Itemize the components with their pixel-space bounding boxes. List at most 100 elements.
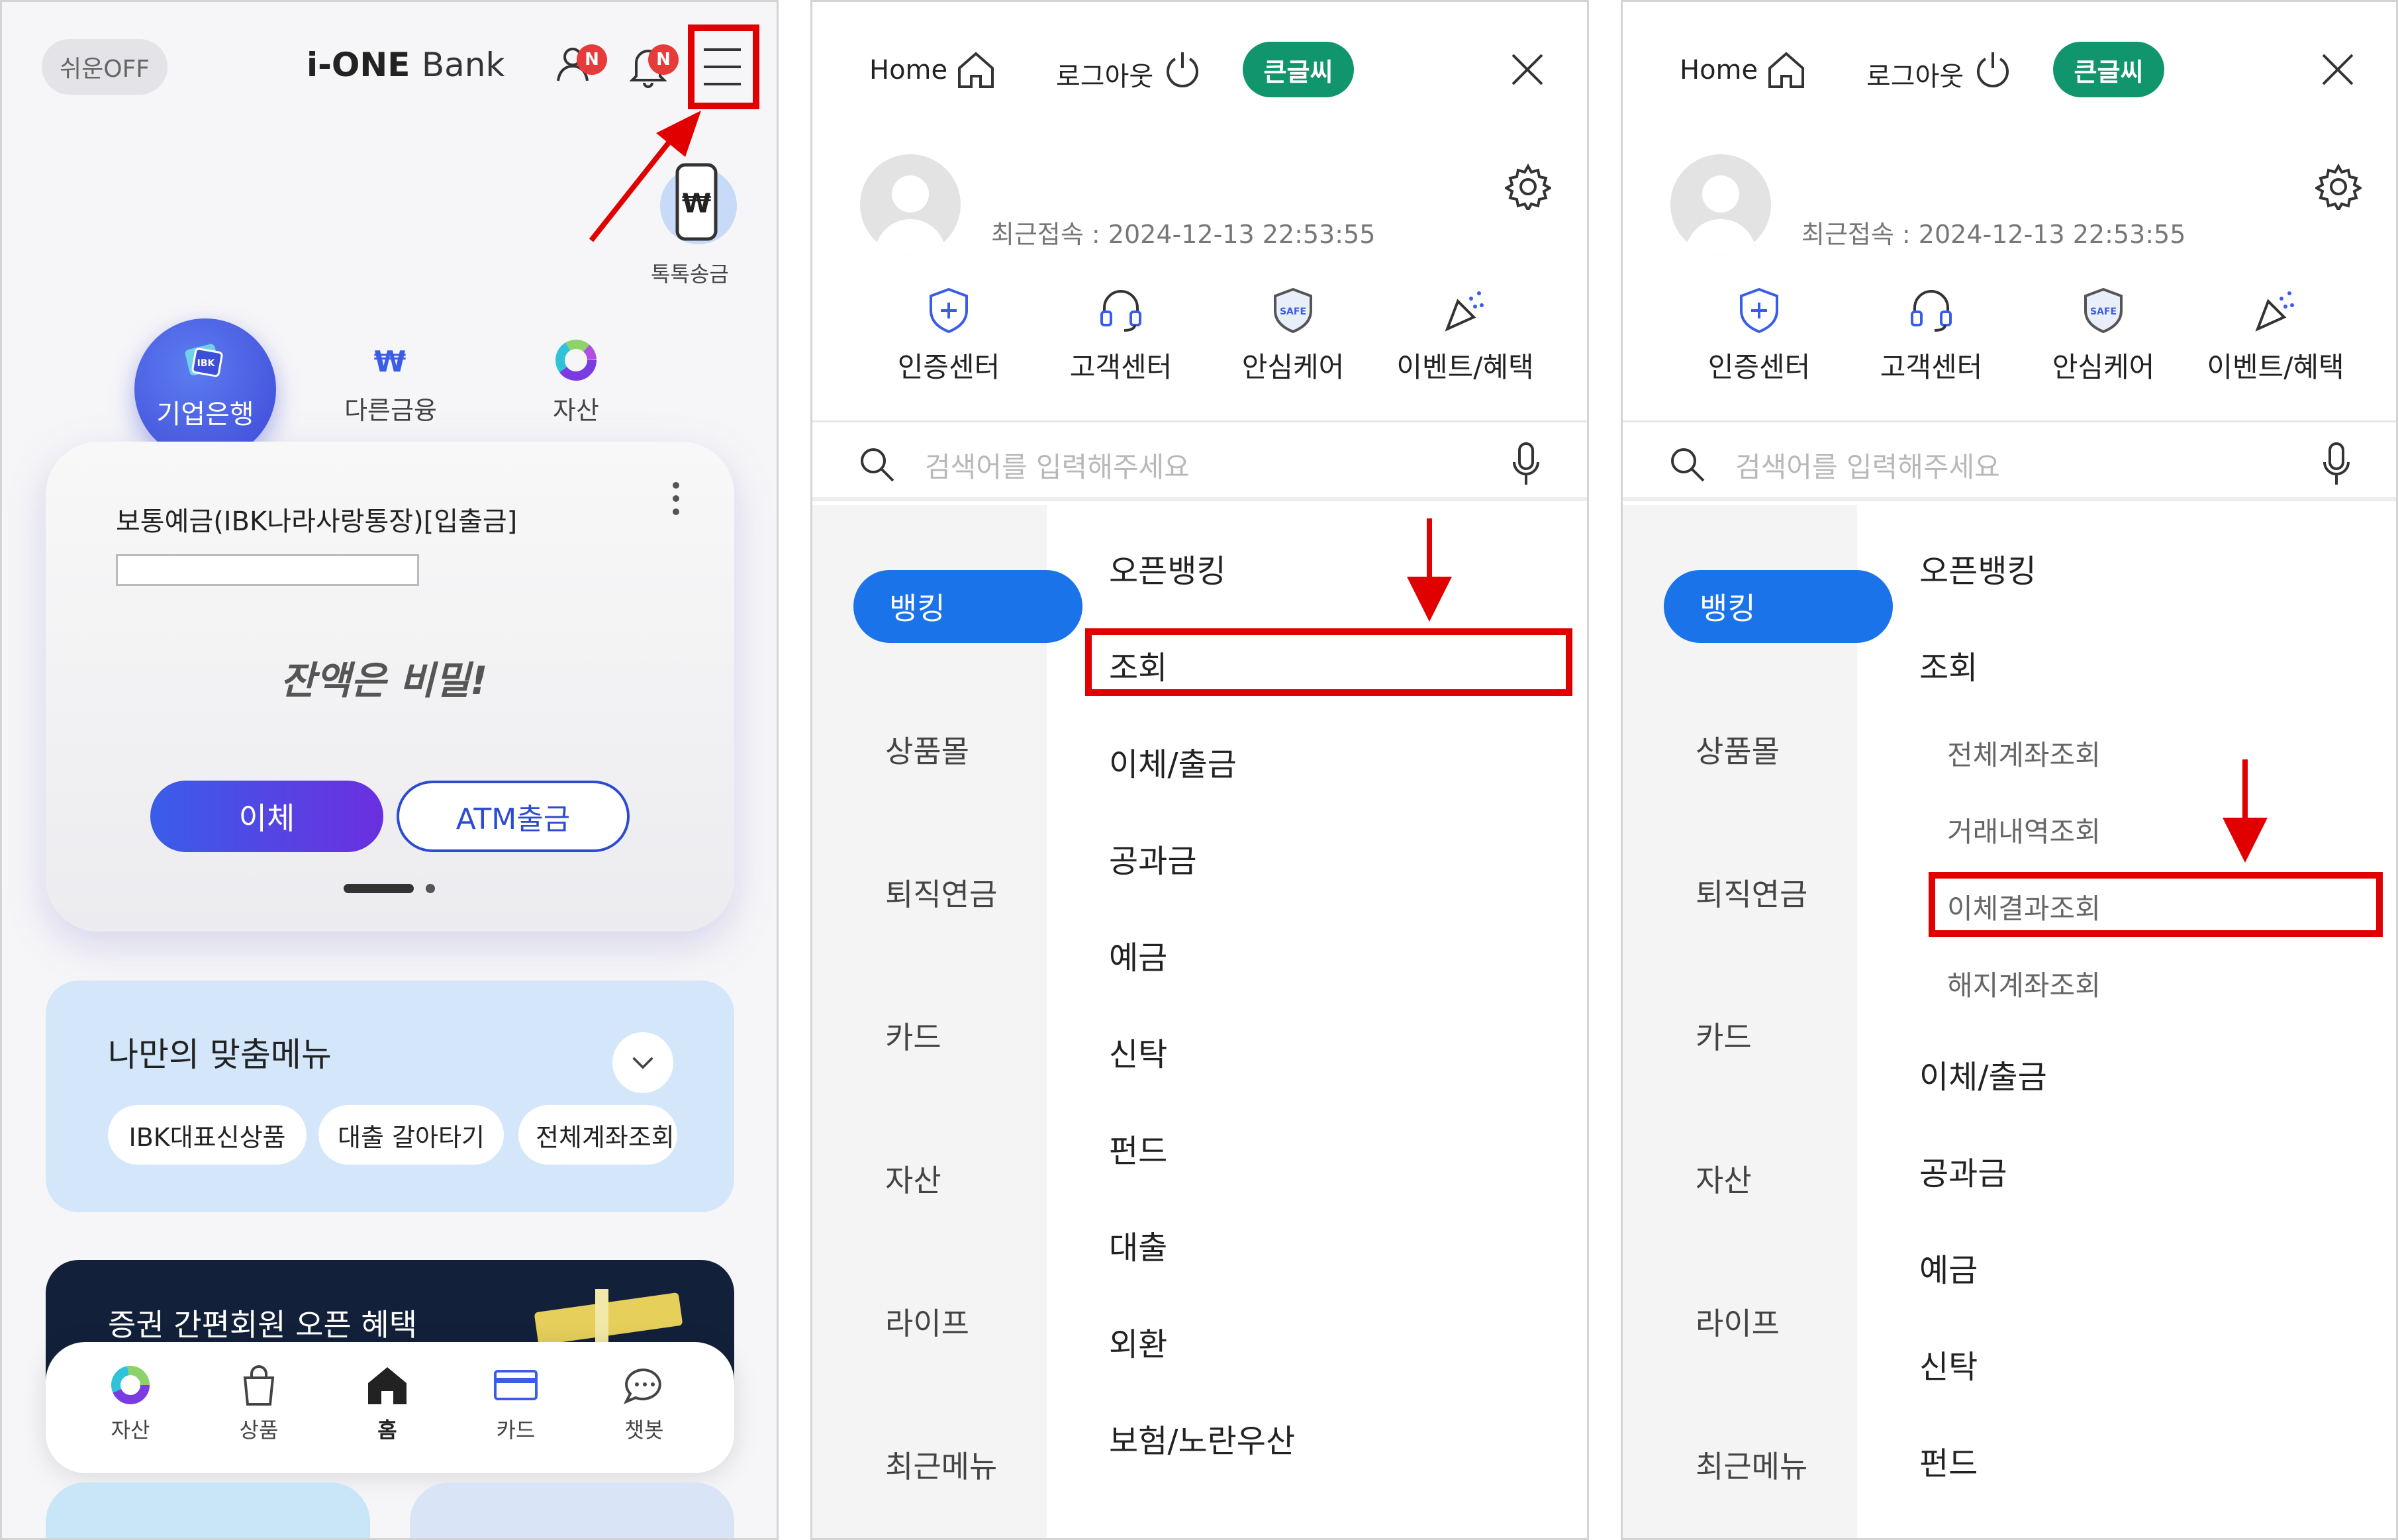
menu-item[interactable]: 오픈뱅킹 [1919, 545, 2037, 591]
category-item[interactable]: 상품몰 [885, 728, 969, 771]
credit-card-icon [493, 1362, 539, 1408]
category-banking-active[interactable]: 뱅킹 [1664, 570, 1893, 643]
tab-ibk-bank[interactable]: IBK 기업은행 [134, 318, 276, 460]
menu-item[interactable]: 신탁 [1109, 1028, 1167, 1075]
easy-mode-toggle[interactable]: 쉬운OFF [42, 39, 168, 95]
last-login-text: 최근접속 : 2024-12-13 22:53:55 [1801, 220, 2186, 249]
home-icon[interactable] [955, 48, 996, 91]
submenu-item[interactable]: 거래내역조회 [1947, 810, 2101, 850]
category-item[interactable]: 퇴직연금 [885, 871, 997, 914]
nav-asset[interactable]: 자산 [84, 1362, 177, 1444]
menu-item[interactable]: 공과금 [1919, 1147, 2007, 1194]
category-item[interactable]: 최근메뉴 [1696, 1443, 1807, 1486]
my-menu-expand-button[interactable] [612, 1032, 673, 1093]
chevron-down-icon [632, 1057, 653, 1069]
quick-link-safe-care[interactable]: SAFE 안심케어 [2031, 287, 2176, 385]
quick-link-events[interactable]: 이벤트/혜택 [1392, 287, 1538, 385]
tab-other-finance[interactable]: 다른금융 [326, 390, 455, 426]
quick-link-label: 안심케어 [1241, 351, 1345, 383]
asset-donut-icon [107, 1362, 154, 1408]
close-icon[interactable] [1510, 52, 1545, 87]
transfer-result-highlight-box [1929, 872, 2383, 937]
search-icon[interactable] [1669, 446, 1706, 483]
big-font-button[interactable]: 큰글씨 [1243, 42, 1354, 97]
menu-item[interactable]: 예금 [1919, 1244, 1978, 1290]
nav-chatbot[interactable]: 챗봇 [598, 1362, 691, 1444]
tab-asset[interactable]: 자산 [538, 390, 614, 426]
transfer-button[interactable]: 이체 [150, 781, 383, 852]
home-icon[interactable] [1766, 48, 1807, 91]
microphone-icon[interactable] [2322, 441, 2351, 487]
category-item[interactable]: 자산 [1696, 1157, 1752, 1200]
category-item[interactable]: 상품몰 [1696, 728, 1780, 771]
menu-item[interactable]: 이체/출금 [1109, 738, 1237, 785]
nav-products-label: 상품 [239, 1418, 279, 1443]
logout-link[interactable]: 로그아웃 [1056, 55, 1153, 93]
menu-item[interactable]: 이체/출금 [1919, 1051, 2047, 1097]
gear-icon[interactable] [1505, 164, 1551, 210]
submenu-item[interactable]: 전체계좌조회 [1947, 733, 2101, 773]
quick-link-customer-center[interactable]: 고객센터 [1048, 287, 1194, 385]
menu-item[interactable]: 펀드 [1109, 1125, 1167, 1171]
quick-send-label[interactable]: 톡톡송금 [651, 258, 729, 288]
search-input[interactable]: 검색어를 입력해주세요 [925, 445, 1190, 485]
quick-link-label: 이벤트/혜택 [2207, 351, 2344, 383]
home-link[interactable]: Home [1680, 55, 1758, 85]
big-font-button[interactable]: 큰글씨 [2053, 42, 2164, 97]
menu-item-inquiry-expanded[interactable]: 조회 [1919, 642, 1978, 688]
logout-link[interactable]: 로그아웃 [1866, 55, 1964, 93]
my-menu-panel [46, 981, 734, 1212]
search-icon[interactable] [859, 446, 896, 483]
svg-text:₩: ₩ [374, 345, 407, 379]
quick-link-label: 이벤트/혜택 [1396, 351, 1534, 383]
menu-item[interactable]: 대출 [1109, 1222, 1167, 1268]
next-card-preview [46, 1482, 370, 1538]
power-icon[interactable] [1974, 50, 2012, 88]
menu-item[interactable]: 펀드 [1919, 1437, 1978, 1484]
quick-link-auth-center[interactable]: 인증센터 [1686, 287, 1832, 385]
shield-plus-icon [926, 287, 972, 333]
my-menu-chip[interactable]: 전체계좌조회 [518, 1105, 677, 1165]
quick-send-phone-icon[interactable]: ₩ [655, 158, 738, 251]
category-item[interactable]: 최근메뉴 [885, 1443, 997, 1486]
quick-link-safe-care[interactable]: SAFE 안심케어 [1220, 287, 1366, 385]
nav-home[interactable]: 홈 [341, 1362, 434, 1444]
nav-card[interactable]: 카드 [469, 1362, 562, 1444]
menu-item[interactable]: 보험/노란우산 [1109, 1415, 1295, 1461]
quick-link-auth-center[interactable]: 인증센터 [876, 287, 1022, 385]
category-banking-active[interactable]: 뱅킹 [853, 570, 1082, 643]
category-item[interactable]: 자산 [885, 1157, 941, 1200]
menu-item[interactable]: 오픈뱅킹 [1109, 545, 1226, 591]
category-item[interactable]: 카드 [885, 1014, 941, 1057]
menu-item[interactable]: 예금 [1109, 932, 1167, 978]
menu-item[interactable]: 공과금 [1109, 835, 1196, 881]
menu-item[interactable]: 신탁 [1919, 1341, 1978, 1387]
quick-link-customer-center[interactable]: 고객센터 [1858, 287, 2004, 385]
atm-withdraw-button[interactable]: ATM출금 [397, 781, 630, 852]
quick-link-events[interactable]: 이벤트/혜택 [2203, 287, 2348, 385]
category-item[interactable]: 라이프 [1696, 1300, 1780, 1343]
shopping-bag-icon [236, 1362, 282, 1408]
avatar[interactable] [860, 154, 961, 255]
close-icon[interactable] [2321, 52, 2355, 87]
asset-donut-icon[interactable] [553, 337, 599, 383]
category-item[interactable]: 라이프 [885, 1300, 969, 1343]
my-menu-chip[interactable]: IBK대표신상품 [108, 1105, 307, 1165]
category-item[interactable]: 퇴직연금 [1696, 871, 1807, 914]
search-input[interactable]: 검색어를 입력해주세요 [1735, 445, 2000, 485]
more-options-icon[interactable] [672, 480, 680, 517]
nav-products[interactable]: 상품 [213, 1362, 305, 1444]
home-icon [364, 1362, 410, 1408]
microphone-icon[interactable] [1511, 441, 1541, 487]
submenu-item[interactable]: 해지계좌조회 [1947, 963, 2101, 1004]
profile-new-badge: N [577, 44, 607, 75]
gear-icon[interactable] [2315, 164, 2362, 210]
avatar[interactable] [1670, 154, 1771, 255]
category-item[interactable]: 카드 [1696, 1014, 1752, 1057]
home-link[interactable]: Home [869, 55, 947, 85]
won-icon[interactable]: ₩ [370, 341, 410, 381]
menu-item[interactable]: 외환 [1109, 1318, 1167, 1365]
hamburger-highlight-box [688, 24, 759, 109]
power-icon[interactable] [1163, 50, 1202, 88]
my-menu-chip[interactable]: 대출 갈아타기 [318, 1105, 504, 1165]
